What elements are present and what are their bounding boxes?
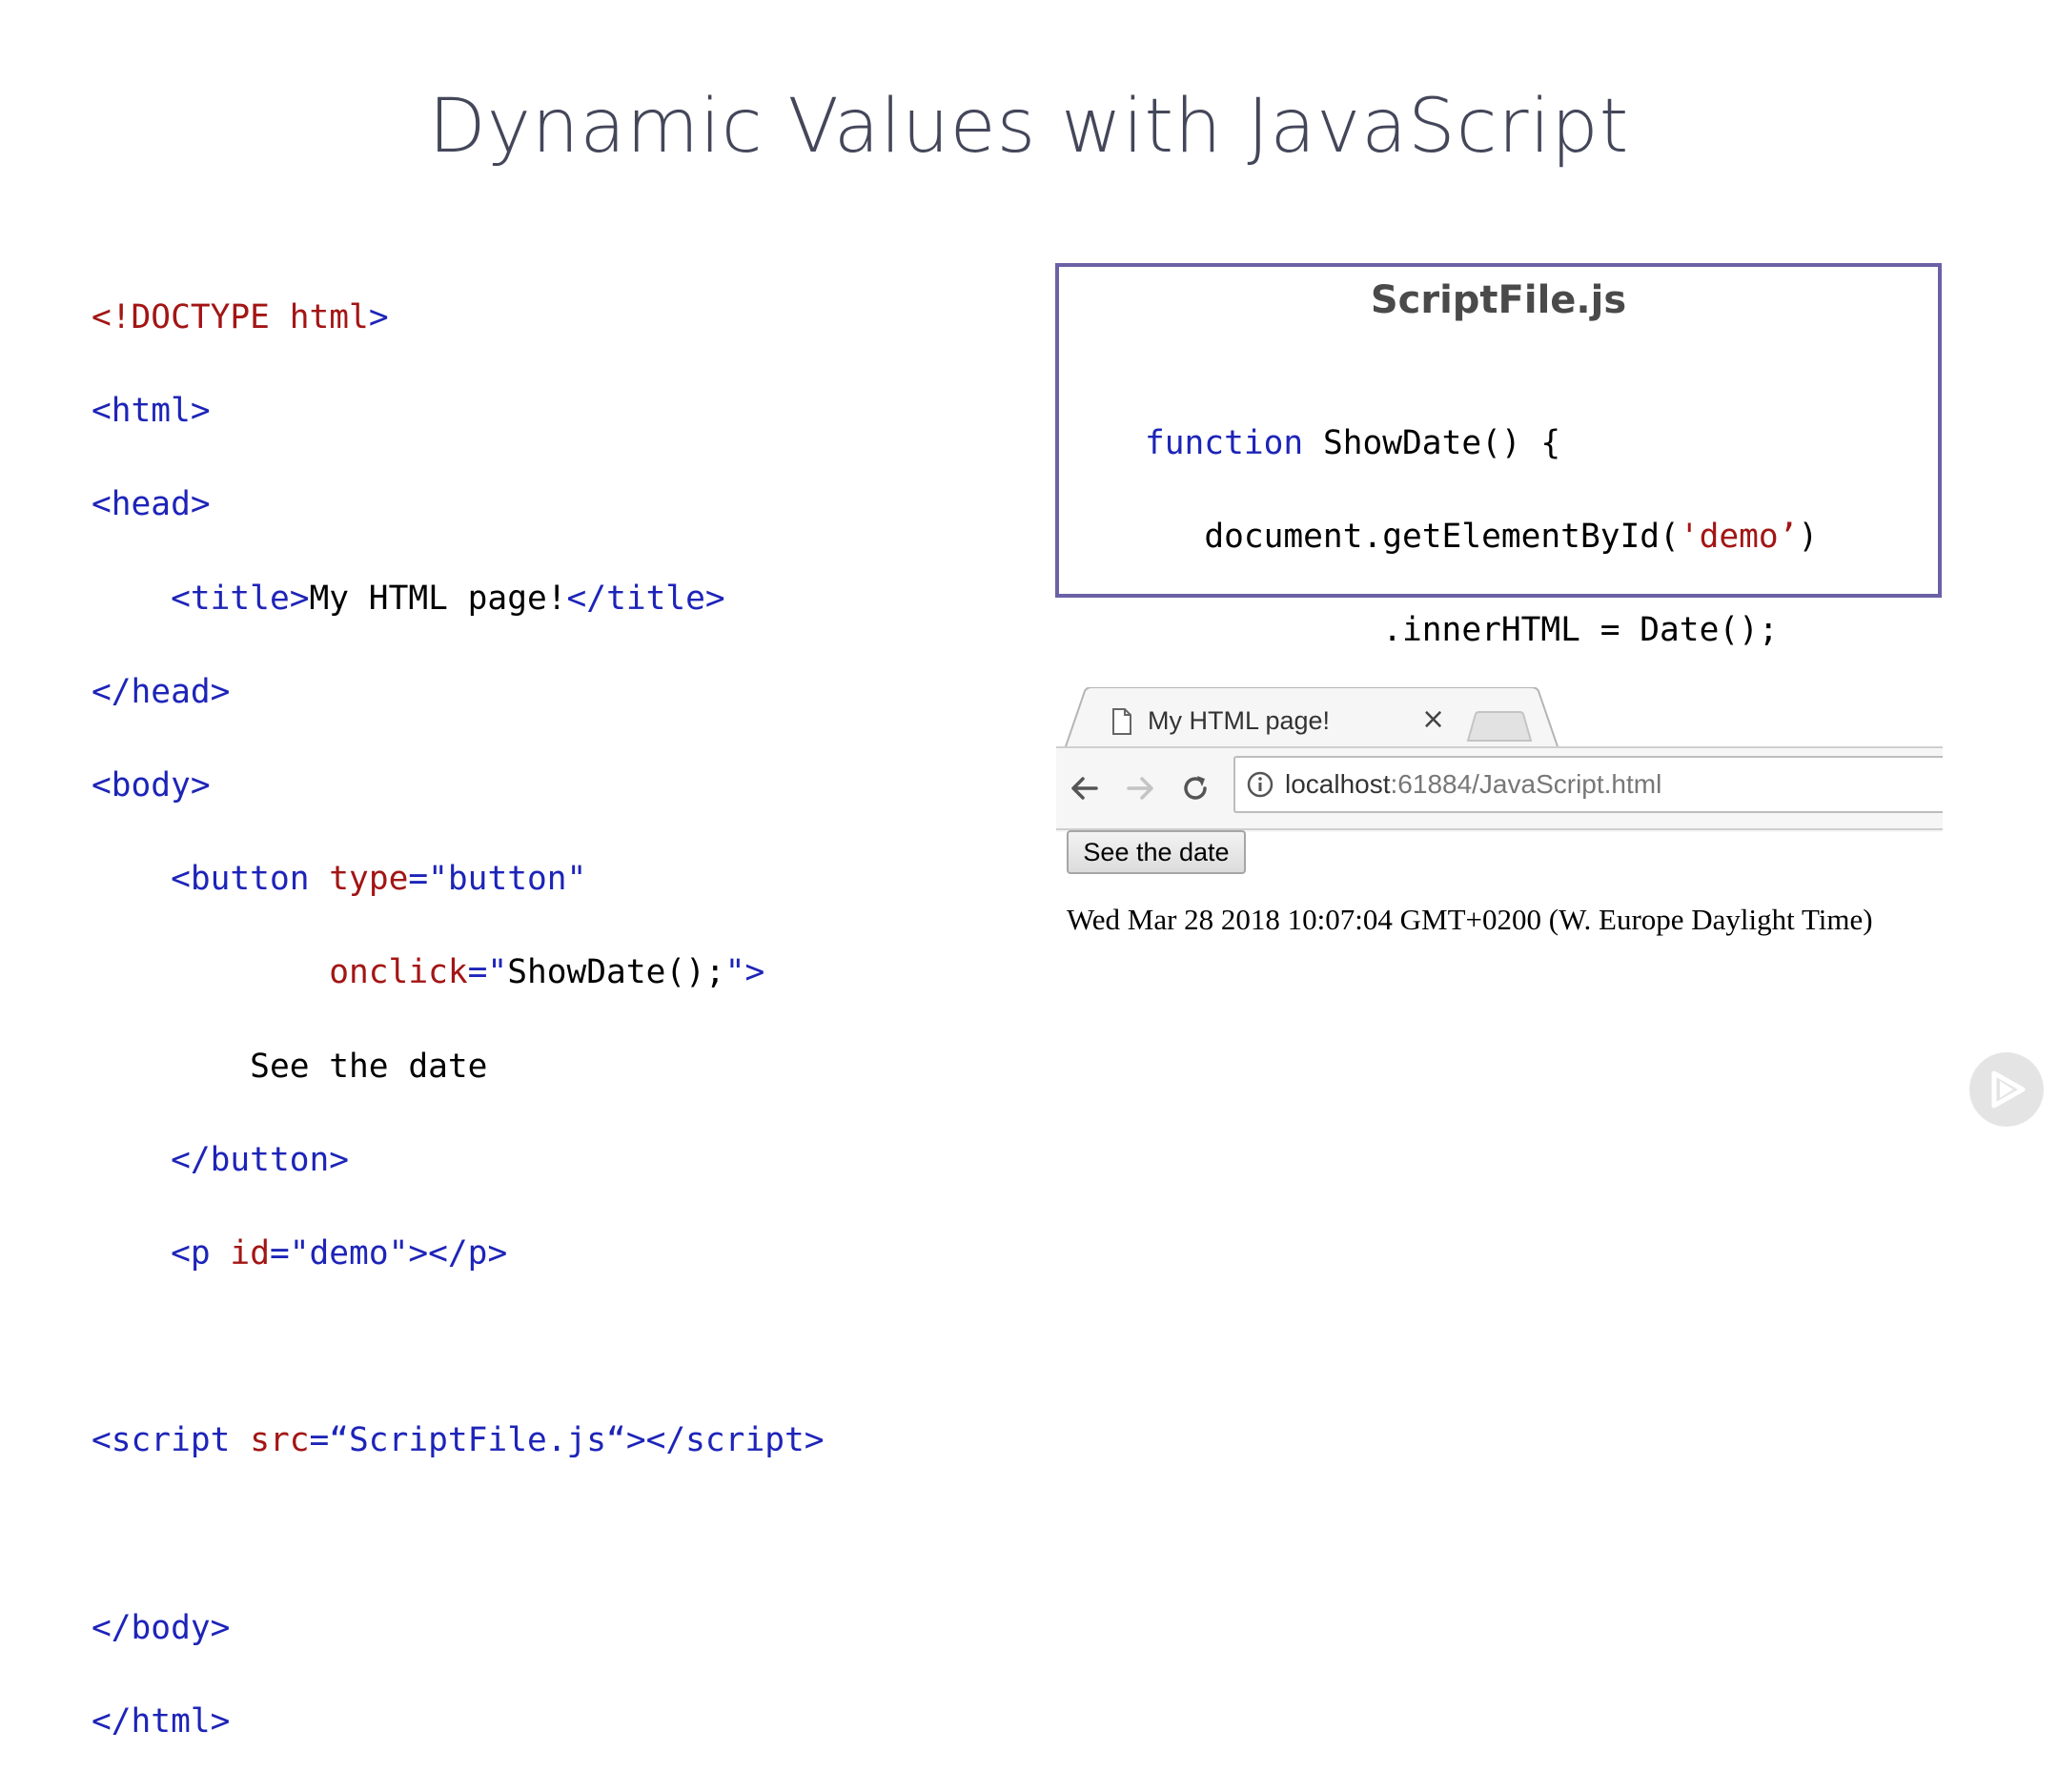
- see-the-date-button[interactable]: See the date: [1067, 830, 1246, 874]
- code-line: <button type="button": [171, 860, 587, 899]
- close-icon[interactable]: ×: [1421, 703, 1445, 737]
- code-line: </head>: [92, 672, 231, 711]
- code-line: </body>: [92, 1608, 231, 1647]
- browser-window: My HTML page! × localhost:61884/JavaScri…: [1056, 682, 1943, 967]
- page-icon: [1112, 708, 1131, 735]
- code-line: <head>: [92, 485, 211, 524]
- code-line: <html>: [92, 392, 211, 431]
- address-bar[interactable]: localhost:61884/JavaScript.html: [1233, 756, 1943, 813]
- script-file-title: ScriptFile.js: [1370, 278, 1627, 322]
- play-logo-icon: [1969, 1052, 2044, 1127]
- tab-title: My HTML page!: [1148, 706, 1331, 735]
- new-tab-button[interactable]: [1466, 710, 1533, 743]
- code-line: <p id="demo"></p>: [171, 1233, 508, 1273]
- slide-title: Dynamic Values with JavaScript: [428, 84, 1630, 170]
- url-text: localhost:61884/JavaScript.html: [1285, 769, 1662, 799]
- arrow-left-icon[interactable]: [1068, 771, 1102, 805]
- code-line: <body>: [92, 766, 211, 805]
- arrow-right-icon[interactable]: [1123, 771, 1157, 805]
- script-file-box: ScriptFile.js function ShowDate() { docu…: [1055, 263, 1942, 743]
- code-line: <script src=“ScriptFile.js“></script>: [92, 1421, 825, 1460]
- code-line: </button>: [171, 1140, 350, 1179]
- code-line: <!DOCTYPE html>: [92, 298, 389, 337]
- code-line: onclick="ShowDate();">: [329, 953, 765, 992]
- info-icon[interactable]: [1247, 771, 1274, 798]
- date-output: Wed Mar 28 2018 10:07:04 GMT+0200 (W. Eu…: [1067, 903, 1873, 936]
- browser-toolbar: localhost:61884/JavaScript.html: [1056, 746, 1943, 832]
- code-line: </html>: [92, 1701, 231, 1741]
- code-line: <title>My HTML page!</title>: [171, 579, 725, 618]
- code-line: See the date: [250, 1047, 488, 1086]
- code-line: .innerHTML = Date();: [1382, 611, 1779, 649]
- code-line: function ShowDate() {: [1145, 424, 1561, 462]
- reload-icon[interactable]: [1178, 771, 1212, 805]
- html-code-block: <!DOCTYPE html> <html> <head> <title>My …: [92, 248, 825, 1792]
- code-line: document.getElementById('demo’): [1204, 518, 1819, 556]
